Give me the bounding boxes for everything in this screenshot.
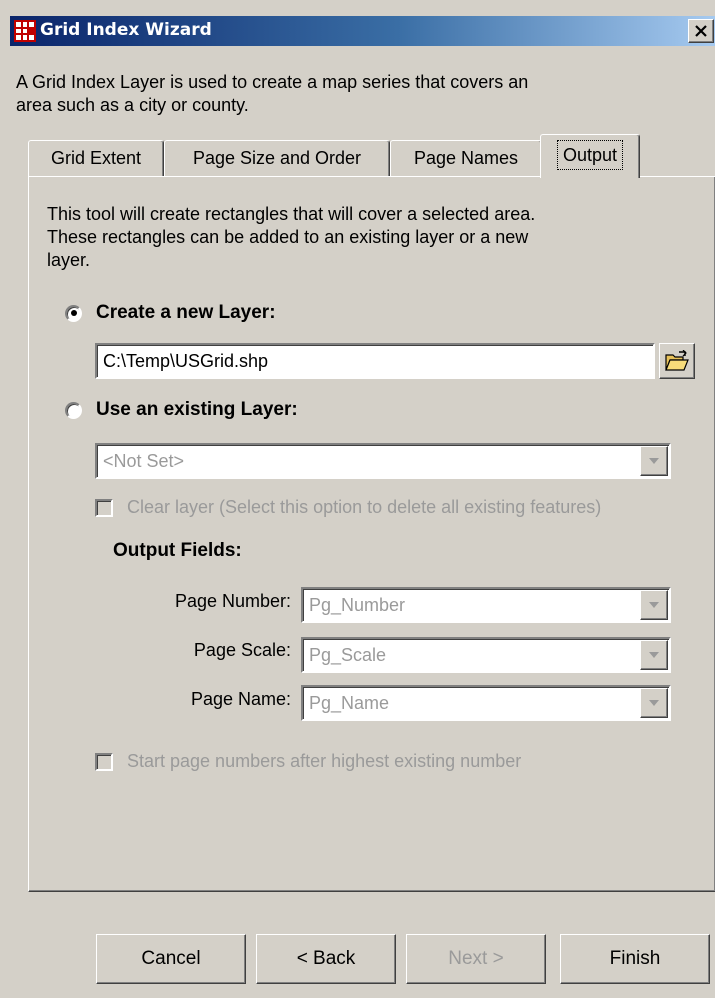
tab-label: Page Size and Order	[192, 148, 362, 168]
title-bar[interactable]: Grid Index Wizard	[10, 16, 715, 46]
tab-page-size-and-order[interactable]: Page Size and Order	[164, 140, 390, 176]
chevron-down-icon[interactable]	[640, 446, 668, 476]
existing-layer-value: <Not Set>	[103, 451, 185, 471]
output-tab-panel: This tool will create rectangles that wi…	[28, 176, 715, 892]
page-scale-label: Page Scale:	[193, 640, 291, 660]
close-button[interactable]	[688, 19, 714, 43]
finish-button[interactable]: Finish	[560, 934, 710, 984]
cancel-label: Cancel	[141, 948, 201, 969]
clear-layer-label: Clear layer (Select this option to delet…	[127, 497, 602, 517]
clear-layer-option[interactable]: Clear layer (Select this option to delet…	[95, 497, 601, 518]
page-number-dropdown[interactable]: Pg_Number	[301, 587, 671, 623]
page-number-value: Pg_Number	[309, 595, 406, 615]
existing-layer-dropdown[interactable]: <Not Set>	[95, 443, 671, 479]
browse-button[interactable]	[659, 343, 695, 379]
chevron-down-icon[interactable]	[640, 590, 668, 620]
wizard-dialog: Grid Index Wizard A Grid Index Layer is …	[0, 0, 715, 998]
page-name-dropdown[interactable]: Pg_Name	[301, 685, 671, 721]
new-layer-path-value: C:\Temp\USGrid.shp	[103, 351, 269, 371]
clear-layer-checkbox[interactable]	[95, 498, 113, 517]
tab-label: Page Names	[413, 148, 519, 168]
next-button: Next >	[406, 934, 546, 984]
panel-description: This tool will create rectangles that wi…	[47, 204, 536, 270]
start-numbers-checkbox[interactable]	[95, 752, 113, 771]
output-fields-heading: Output Fields:	[113, 540, 242, 561]
next-label: Next >	[448, 948, 504, 969]
tab-grid-extent[interactable]: Grid Extent	[28, 140, 164, 176]
create-new-layer-option[interactable]: Create a new Layer:	[65, 302, 276, 324]
tab-label: Output	[556, 140, 624, 170]
grid-icon	[14, 20, 36, 42]
tab-page-names[interactable]: Page Names	[390, 140, 542, 176]
page-name-label: Page Name:	[190, 689, 291, 709]
start-numbers-label: Start page numbers after highest existin…	[127, 751, 522, 771]
page-number-label: Page Number:	[174, 591, 291, 611]
back-label: < Back	[296, 948, 356, 969]
create-new-layer-label: Create a new Layer:	[96, 302, 276, 323]
page-scale-value: Pg_Scale	[309, 645, 387, 665]
use-existing-layer-option[interactable]: Use an existing Layer:	[65, 399, 298, 421]
create-new-layer-radio[interactable]	[65, 304, 82, 322]
use-existing-layer-label: Use an existing Layer:	[96, 399, 298, 420]
back-button[interactable]: < Back	[256, 934, 396, 984]
chevron-down-icon[interactable]	[640, 640, 668, 670]
close-icon	[695, 25, 707, 37]
start-numbers-option[interactable]: Start page numbers after highest existin…	[95, 751, 521, 772]
folder-open-icon	[665, 350, 689, 371]
page-scale-dropdown[interactable]: Pg_Scale	[301, 637, 671, 673]
tab-label: Grid Extent	[50, 148, 142, 168]
page-name-value: Pg_Name	[309, 693, 390, 713]
window-title: Grid Index Wizard	[40, 20, 212, 40]
use-existing-layer-radio[interactable]	[65, 401, 82, 419]
cancel-button[interactable]: Cancel	[96, 934, 246, 984]
intro-text: A Grid Index Layer is used to create a m…	[16, 72, 529, 115]
finish-label: Finish	[609, 948, 661, 969]
chevron-down-icon[interactable]	[640, 688, 668, 718]
tab-output[interactable]: Output	[540, 134, 640, 178]
new-layer-path-input[interactable]: C:\Temp\USGrid.shp	[95, 343, 655, 379]
